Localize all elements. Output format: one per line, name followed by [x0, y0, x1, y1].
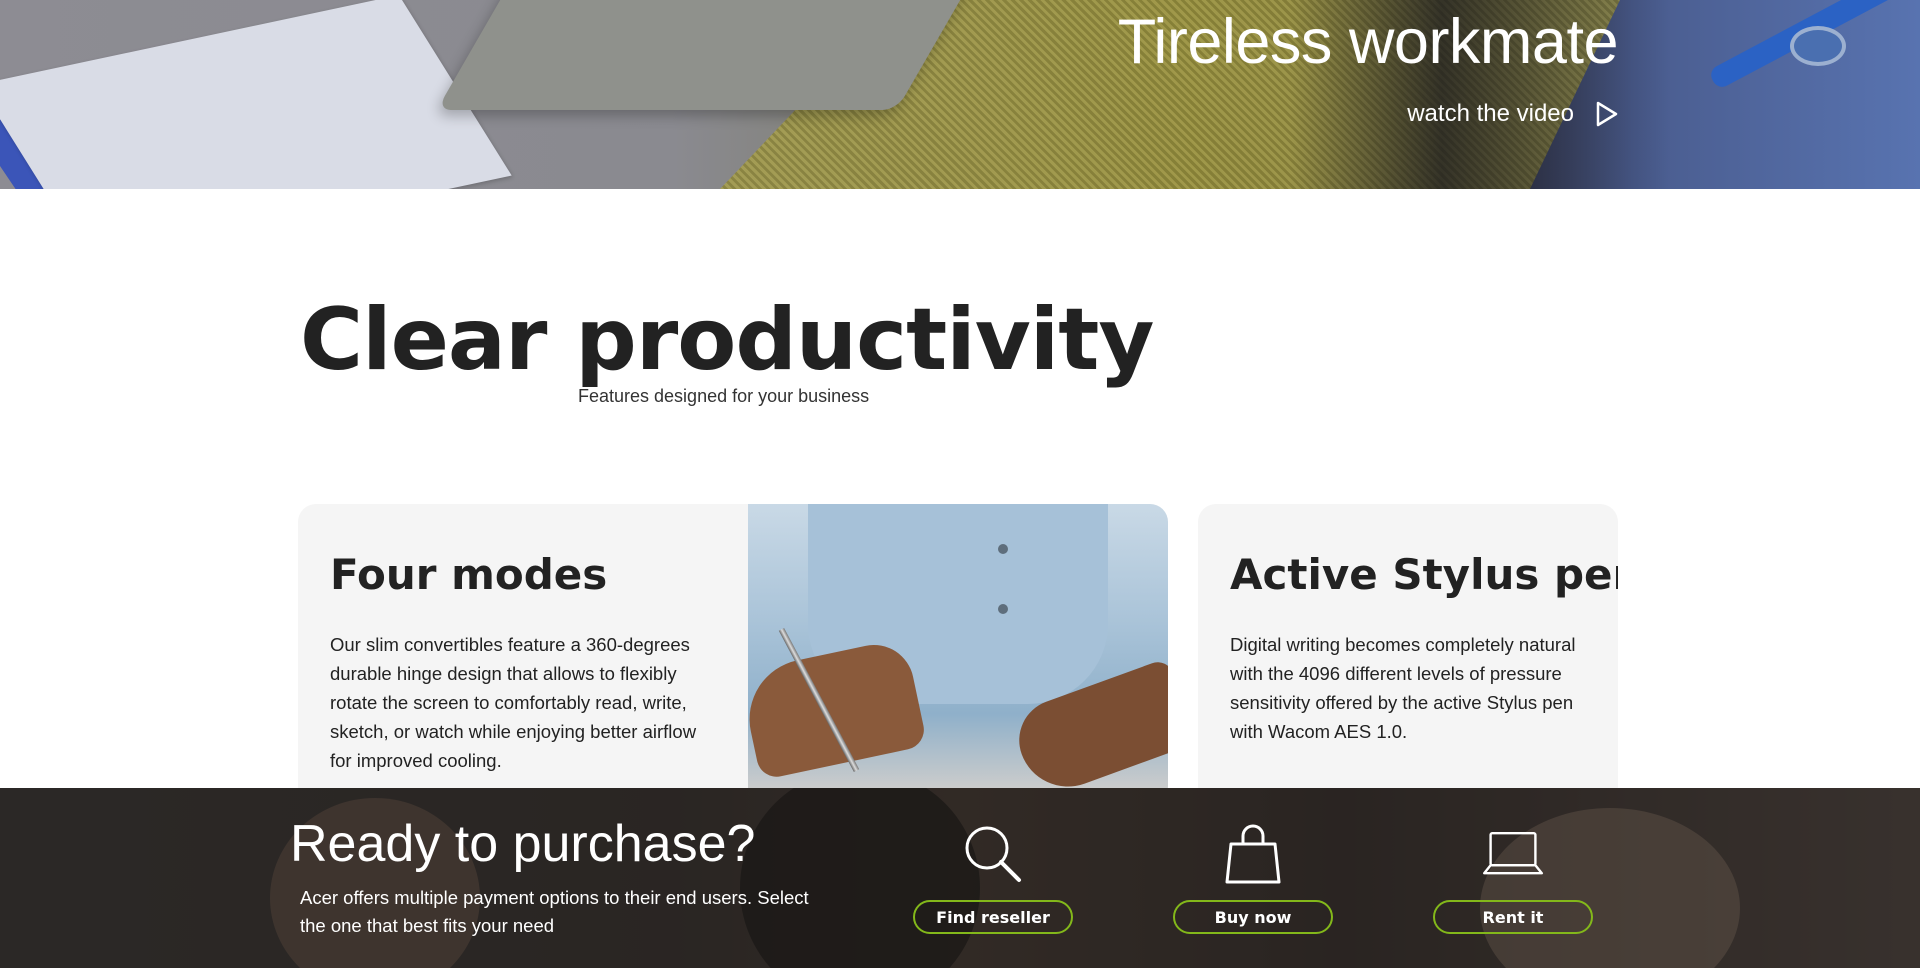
- watch-video-link[interactable]: watch the video: [1407, 100, 1618, 128]
- buy-now-button[interactable]: Buy now: [1173, 900, 1333, 934]
- option-find-reseller: Find reseller: [913, 822, 1073, 934]
- card-text: Our slim convertibles feature a 360-degr…: [330, 634, 697, 771]
- page-title: Clear productivity: [300, 290, 1154, 390]
- laptop-icon: [1483, 831, 1543, 875]
- hero-laptop: [436, 0, 984, 110]
- hero-watch-face: [1790, 26, 1846, 66]
- card-title: Active Stylus pen: [1230, 550, 1618, 599]
- watch-video-label: watch the video: [1407, 100, 1574, 127]
- writing-hand-image: [738, 504, 1168, 804]
- shopping-bag-icon: [1225, 824, 1281, 884]
- card-text: Digital writing becomes completely natur…: [1230, 634, 1576, 742]
- feature-card-four-modes: Four modes Our slim convertibles feature…: [298, 504, 1168, 804]
- option-rent-it: Rent it: [1433, 822, 1593, 934]
- purchase-description: Acer offers multiple payment options to …: [300, 887, 809, 936]
- option-buy-now: Buy now: [1173, 822, 1333, 934]
- purchase-title: Ready to purchase?: [290, 815, 756, 873]
- magnifier-icon: [965, 826, 1021, 882]
- hero-title: Tireless workmate: [1117, 7, 1619, 77]
- hero-banner: Tireless workmate watch the video: [0, 0, 1920, 189]
- page-subtitle: Features designed for your business: [578, 386, 870, 406]
- image-left-hand: [738, 637, 928, 781]
- find-reseller-button[interactable]: Find reseller: [913, 900, 1073, 934]
- purchase-banner: Ready to purchase? Acer offers multiple …: [0, 788, 1920, 968]
- hero-document: [0, 0, 512, 189]
- play-icon: [1596, 101, 1618, 127]
- image-shirt-buttons: [998, 544, 1008, 554]
- rent-it-button[interactable]: Rent it: [1433, 900, 1593, 934]
- feature-card-stylus: Active Stylus pen Digital writing become…: [1198, 504, 1618, 804]
- card-title: Four modes: [330, 550, 608, 599]
